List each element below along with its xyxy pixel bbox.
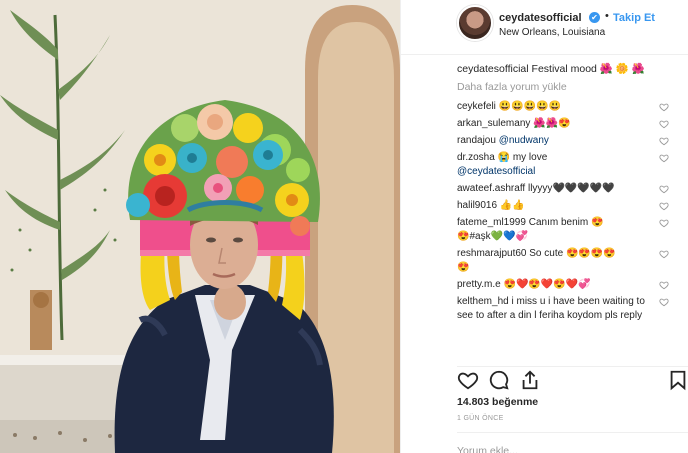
comment-emoji: 😍😍😍😍 <box>565 248 616 259</box>
comment-username[interactable]: kelthem_hd <box>457 296 509 307</box>
caption-username[interactable]: ceydatesofficial <box>457 63 529 75</box>
like-comment-icon[interactable] <box>659 119 669 129</box>
like-comment-icon[interactable] <box>659 184 669 194</box>
comment-text-continued: 😍#aşk💚💙💞 <box>457 231 528 242</box>
caption-emoji: 🌺 🌼 🌺 <box>599 63 645 75</box>
like-comment-icon[interactable] <box>659 280 669 290</box>
like-comment-icon[interactable] <box>659 218 669 228</box>
add-comment-box <box>457 432 688 453</box>
post-timestamp[interactable]: 1 GÜN ÖNCE <box>457 415 504 422</box>
instagram-post: ceydatesofficial ✔ • Takip Et New Orlean… <box>0 0 688 453</box>
comment-username[interactable]: ceykefeli <box>457 101 496 112</box>
comment-icon[interactable] <box>488 369 510 391</box>
post-sidebar: ceydatesofficial ✔ • Takip Et New Orlean… <box>400 0 688 453</box>
like-comment-icon[interactable] <box>659 136 669 146</box>
comment-item: pretty.m.e 😍❤️😍❤️😍❤️💞 <box>457 278 675 292</box>
comment-text: llyyyy <box>527 183 553 194</box>
load-more-comments-button[interactable]: Daha fazla yorum yükle <box>457 81 675 93</box>
comment-item: halil9016 👍👍 <box>457 199 675 213</box>
comment-username[interactable]: awateef.ashraff <box>457 183 525 194</box>
post-header: ceydatesofficial ✔ • Takip Et New Orlean… <box>401 0 688 55</box>
comment-emoji: 🖤🖤🖤🖤🖤 <box>552 183 615 194</box>
follow-button[interactable]: Takip Et <box>613 12 655 24</box>
comment-item: arkan_sulemany 🌺🌺😍 <box>457 117 675 131</box>
comment-username[interactable]: reshmarajput60 <box>457 248 526 259</box>
comment-item: kelthem_hd i miss u i have been waiting … <box>457 295 675 323</box>
comment-emoji: 😃😃😃😃😃 <box>498 101 561 112</box>
header-separator: • <box>605 10 609 22</box>
comment-emoji: 😍 <box>590 217 604 228</box>
comment-item: fateme_ml1999 Canım benim 😍 😍#aşk💚💙💞 <box>457 216 675 244</box>
post-image <box>0 0 400 453</box>
comment-item: reshmarajput60 So cute 😍😍😍😍 😍 <box>457 247 675 275</box>
like-comment-icon[interactable] <box>659 102 669 112</box>
post-caption: ceydatesofficial Festival mood 🌺 🌼 🌺 <box>457 62 675 76</box>
comment-item: randajou @nudwany <box>457 134 675 148</box>
heart-icon[interactable] <box>457 369 479 391</box>
comment-item: awateef.ashraff llyyyy🖤🖤🖤🖤🖤 <box>457 182 675 196</box>
post-actions-bar <box>457 366 688 391</box>
comment-mention[interactable]: @ceydatesofficial <box>457 166 535 177</box>
comment-emoji: 🌺🌺😍 <box>533 118 571 129</box>
comment-emoji: 👍👍 <box>499 200 525 211</box>
like-comment-icon[interactable] <box>659 201 669 211</box>
comment-username[interactable]: arkan_sulemany <box>457 118 530 129</box>
comment-mention[interactable]: @nudwany <box>499 135 549 146</box>
comment-text-continued: 😍 <box>457 262 470 273</box>
likes-count[interactable]: 14.803 beğenme <box>457 396 538 408</box>
comment-username[interactable]: randajou <box>457 135 496 146</box>
comment-text: my love <box>512 152 548 163</box>
like-comment-icon[interactable] <box>659 297 669 307</box>
header-username[interactable]: ceydatesofficial <box>499 12 582 24</box>
comment-username[interactable]: halil9016 <box>457 200 497 211</box>
like-comment-icon[interactable] <box>659 153 669 163</box>
comment-input[interactable] <box>457 445 657 453</box>
comment-item: dr.zosha 😭 my love @ceydatesofficial <box>457 151 675 179</box>
comment-username[interactable]: fateme_ml1999 <box>457 217 526 228</box>
like-comment-icon[interactable] <box>659 249 669 259</box>
caption-text: Festival mood <box>531 63 597 75</box>
post-photo[interactable] <box>0 0 400 453</box>
comment-text: Canım benim <box>528 217 589 228</box>
location-link[interactable]: New Orleans, Louisiana <box>499 27 605 38</box>
bookmark-icon[interactable] <box>667 369 688 391</box>
comment-username[interactable]: dr.zosha <box>457 152 495 163</box>
comment-username[interactable]: pretty.m.e <box>457 279 501 290</box>
comment-emoji: 😭 <box>497 152 511 163</box>
profile-avatar[interactable] <box>457 5 493 41</box>
verified-badge-icon: ✔ <box>589 12 600 23</box>
share-icon[interactable] <box>519 369 541 391</box>
comment-item: ceykefeli 😃😃😃😃😃 <box>457 100 675 114</box>
comment-text: So cute <box>529 248 564 259</box>
comment-emoji: 😍❤️😍❤️😍❤️💞 <box>503 279 591 290</box>
comments-list[interactable]: ceydatesofficial Festival mood 🌺 🌼 🌺 Dah… <box>457 62 675 362</box>
